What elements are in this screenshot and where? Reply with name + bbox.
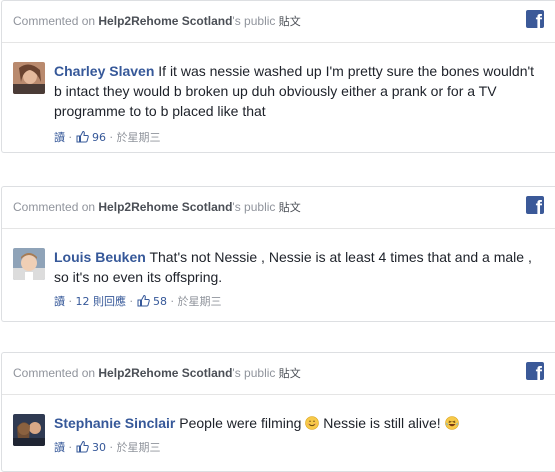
timestamp[interactable]: 於星期三 [178,295,222,308]
post-link[interactable]: 貼文 [279,367,301,380]
read-link[interactable]: 讀 [54,295,65,308]
context-suffix: 's public [232,200,279,214]
comment-meta: 讀 · 12 則回應 · 58 · 於星期三 [54,294,222,310]
timestamp[interactable]: 於星期三 [117,131,161,144]
comment-text-continued: Nessie is still alive! [319,415,445,431]
like-thumb-icon[interactable] [137,294,150,310]
author-name[interactable]: Louis Beuken [54,249,146,265]
comment-body: Charley Slaven If it was nessie washed u… [54,61,543,121]
context-suffix: 's public [232,14,279,28]
page-name-link[interactable]: Help2Rehome Scotland [98,200,232,214]
facebook-icon[interactable]: f [526,362,544,380]
smile-emoji-icon [305,415,320,430]
card-header: Commented on Help2Rehome Scotland's publ… [2,1,555,43]
comment-body: Louis Beuken That's not Nessie , Nessie … [54,247,543,287]
context-prefix: Commented on [13,200,99,214]
context-prefix: Commented on [13,14,99,28]
facebook-icon-glyph: f [535,198,542,214]
replies-link[interactable]: 12 則回應 [76,295,127,308]
page-name-link[interactable]: Help2Rehome Scotland [98,14,232,28]
facebook-icon[interactable]: f [526,196,544,214]
facebook-icon-glyph: f [535,364,542,380]
comment-text: People were filming [179,415,306,431]
comment-context: Commented on Help2Rehome Scotland's publ… [13,199,301,215]
comment-card: Commented on Help2Rehome Scotland's publ… [1,352,555,472]
read-link[interactable]: 讀 [54,131,65,144]
avatar[interactable] [13,248,45,280]
read-link[interactable]: 讀 [54,441,65,454]
like-count[interactable]: 30 [92,441,106,454]
avatar[interactable] [13,62,45,94]
page-name-link[interactable]: Help2Rehome Scotland [98,366,232,380]
avatar[interactable] [13,414,45,446]
author-name[interactable]: Stephanie Sinclair [54,415,175,431]
like-thumb-icon[interactable] [76,130,89,146]
like-thumb-icon[interactable] [76,440,89,456]
facebook-icon[interactable]: f [526,10,544,28]
card-header: Commented on Help2Rehome Scotland's publ… [2,353,555,395]
author-name[interactable]: Charley Slaven [54,63,154,79]
facebook-icon-glyph: f [535,12,542,28]
like-count[interactable]: 96 [92,131,106,144]
context-suffix: 's public [232,366,279,380]
comment-card: Commented on Help2Rehome Scotland's publ… [1,186,555,322]
context-prefix: Commented on [13,366,99,380]
comment-meta: 讀 · 96 · 於星期三 [54,130,161,146]
card-header: Commented on Help2Rehome Scotland's publ… [2,187,555,229]
comment-context: Commented on Help2Rehome Scotland's publ… [13,365,301,381]
post-link[interactable]: 貼文 [279,201,301,214]
post-link[interactable]: 貼文 [279,15,301,28]
laugh-emoji-icon [444,415,459,430]
comment-meta: 讀 · 30 · 於星期三 [54,440,161,456]
like-count[interactable]: 58 [153,295,167,308]
comment-context: Commented on Help2Rehome Scotland's publ… [13,13,301,29]
timestamp[interactable]: 於星期三 [117,441,161,454]
comment-body: Stephanie Sinclair People were filming N… [54,413,543,433]
comment-card: Commented on Help2Rehome Scotland's publ… [1,0,555,153]
